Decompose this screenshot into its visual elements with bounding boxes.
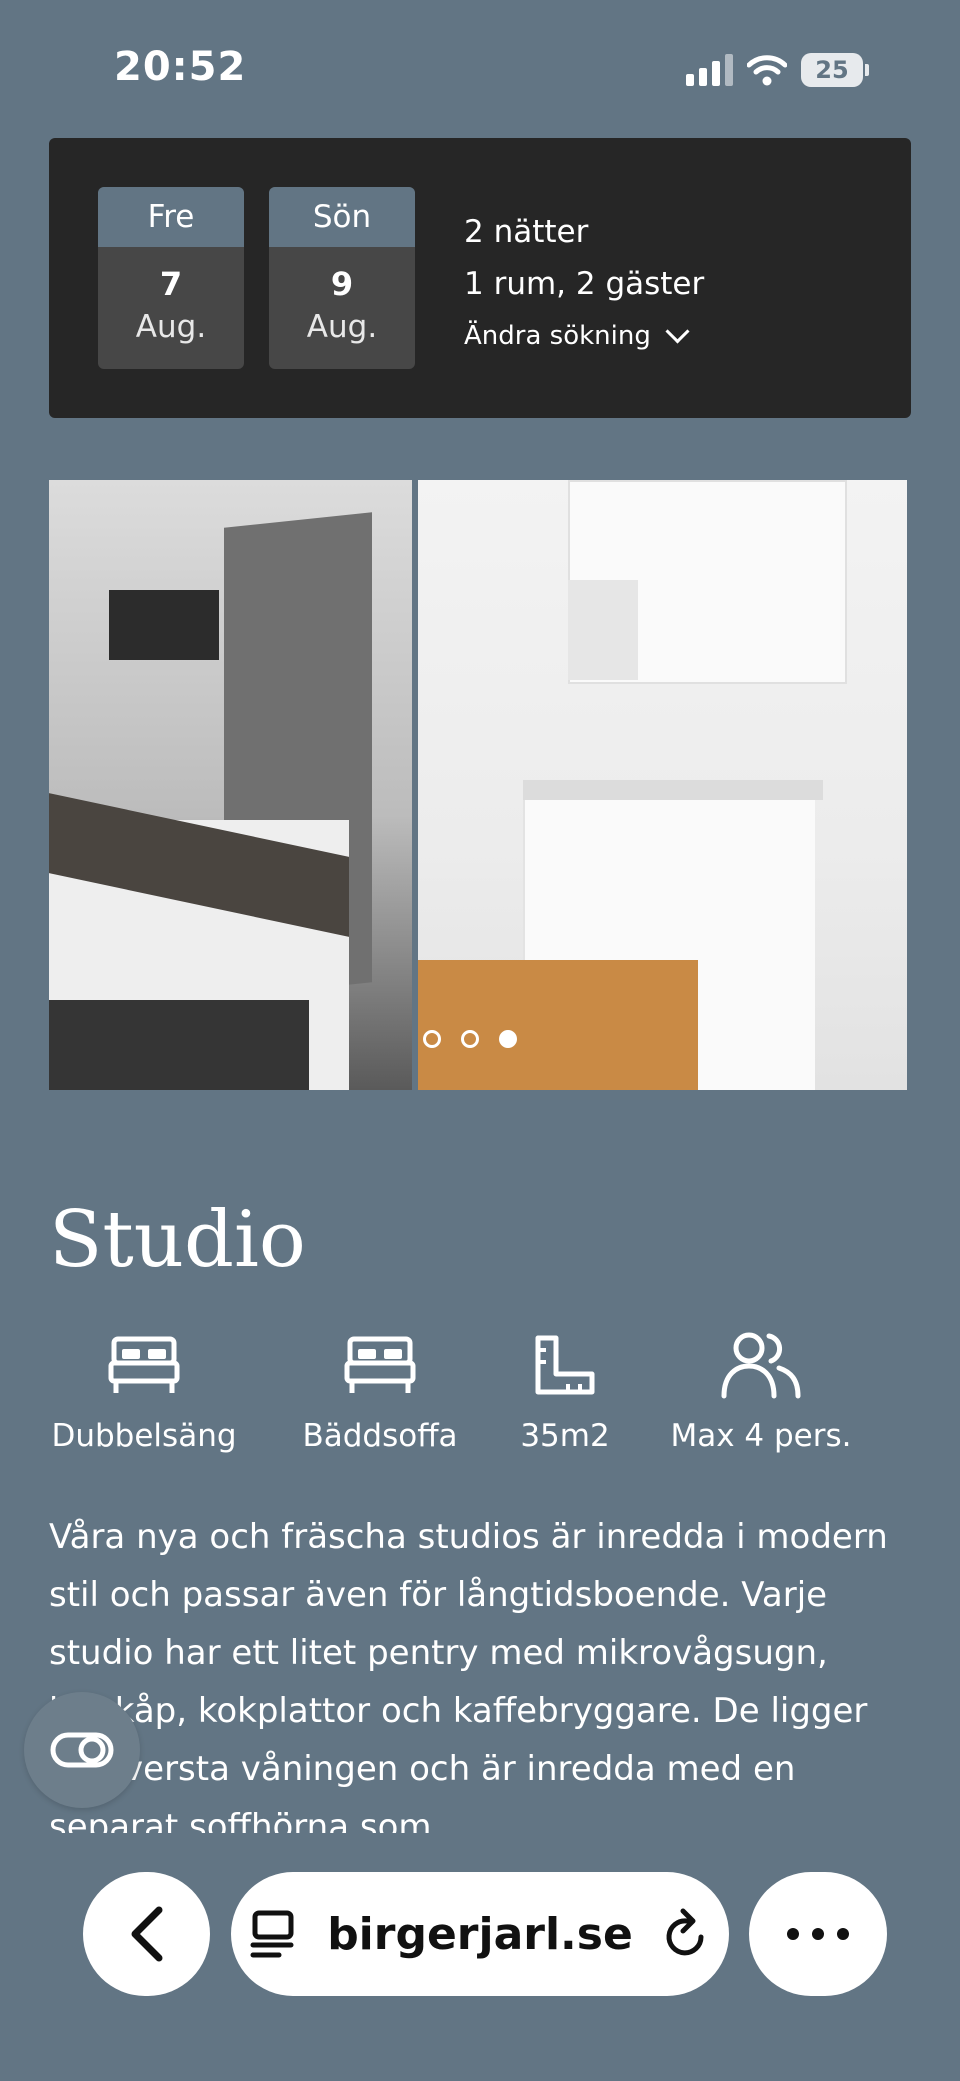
wifi-icon xyxy=(747,55,787,86)
amenity-label: Bäddsoffa xyxy=(302,1418,458,1454)
checkout-date[interactable]: Sön 9 Aug. xyxy=(269,187,415,369)
amenity-label: Dubbelsäng xyxy=(51,1418,237,1454)
kitchenette-photo xyxy=(418,480,907,1090)
gallery-dot[interactable] xyxy=(461,1030,479,1048)
checkout-month: Aug. xyxy=(306,309,378,345)
rooms-guests: 1 rum, 2 gäster xyxy=(464,266,705,302)
ruler-icon xyxy=(535,1335,595,1395)
status-icons: 25 xyxy=(686,52,869,88)
gallery-pagination xyxy=(423,1030,517,1048)
address-bar[interactable]: birgerjarl.se xyxy=(231,1872,729,1996)
back-button[interactable] xyxy=(83,1872,210,1996)
checkout-day: Sön xyxy=(269,187,415,247)
users-icon xyxy=(721,1332,801,1399)
reload-icon[interactable] xyxy=(661,1907,711,1961)
bedroom-photo xyxy=(49,480,412,1090)
amenity-double-bed: Dubbelsäng xyxy=(49,1330,239,1454)
room-title: Studio xyxy=(49,1195,306,1285)
room-gallery[interactable] xyxy=(49,480,907,1090)
battery-icon: 25 xyxy=(801,53,869,87)
change-search-button[interactable]: Ändra sökning xyxy=(464,310,704,362)
gallery-dot-active[interactable] xyxy=(499,1030,517,1048)
chevron-left-icon xyxy=(131,1906,162,1962)
floating-toggle-button[interactable] xyxy=(24,1692,140,1808)
signal-icon xyxy=(686,54,733,86)
bed-icon xyxy=(108,1336,180,1393)
checkin-daynum: 7 xyxy=(159,265,183,303)
more-button[interactable] xyxy=(749,1872,887,1996)
amenity-label: Max 4 pers. xyxy=(670,1418,852,1454)
booking-info: 2 nätter 1 rum, 2 gäster Ändra sökning xyxy=(464,206,704,362)
amenity-size: 35m2 xyxy=(518,1330,612,1454)
checkout-daynum: 9 xyxy=(330,265,354,303)
booking-summary: Fre 7 Aug. Sön 9 Aug. 2 nätter 1 rum, 2 … xyxy=(49,138,911,418)
amenity-label: 35m2 xyxy=(520,1418,610,1454)
url-text: birgerjarl.se xyxy=(327,1908,633,1960)
amenity-max-guests: Max 4 pers. xyxy=(668,1330,854,1454)
bed-icon xyxy=(344,1336,416,1393)
nights-count: 2 nätter xyxy=(464,214,589,250)
reader-icon xyxy=(250,1910,294,1958)
room-description: Våra nya och fräscha studios är inredda … xyxy=(49,1517,888,1833)
chevron-down-icon xyxy=(665,318,690,344)
status-time: 20:52 xyxy=(114,44,247,90)
gallery-dot[interactable] xyxy=(423,1030,441,1048)
checkin-date[interactable]: Fre 7 Aug. xyxy=(98,187,244,369)
more-icon xyxy=(787,1928,849,1940)
link-icon xyxy=(50,1732,114,1768)
checkin-month: Aug. xyxy=(135,309,207,345)
change-search-label: Ändra sökning xyxy=(464,321,651,351)
checkin-day: Fre xyxy=(98,187,244,247)
amenity-sofa-bed: Bäddsoffa xyxy=(298,1330,462,1454)
